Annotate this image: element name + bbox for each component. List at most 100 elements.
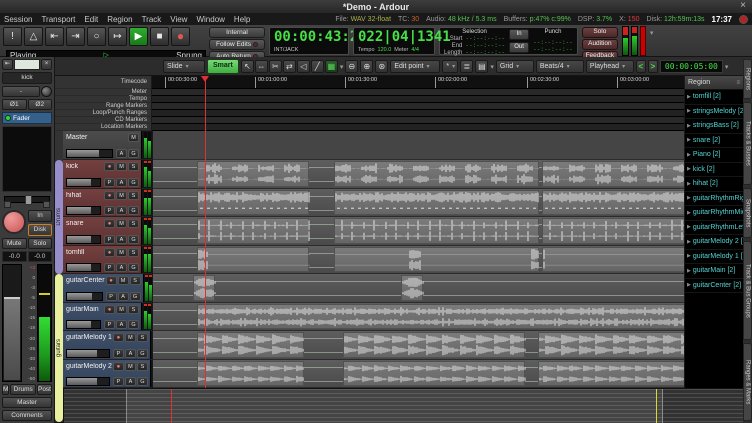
automation-button[interactable]: A [116, 149, 127, 158]
processor-fader-entry[interactable]: Fader [2, 112, 52, 124]
audio-region[interactable] [197, 332, 304, 358]
group-button[interactable]: G [128, 263, 139, 272]
internal-edit-tool[interactable]: ▦ [325, 60, 338, 73]
audio-region[interactable] [542, 247, 684, 273]
audio-region[interactable] [334, 218, 539, 244]
region-list-item[interactable]: ▶guitarMain [2] [685, 264, 743, 279]
record-button[interactable]: ● [171, 27, 190, 46]
track-canvas-snare[interactable] [153, 217, 684, 246]
menu-track[interactable]: Track [142, 15, 162, 24]
track-solo-button[interactable]: S [128, 219, 139, 228]
track-header-kick[interactable]: kick●MSPAG [63, 160, 141, 188]
automation-button[interactable]: A [116, 320, 127, 329]
processor-active-led[interactable] [5, 115, 11, 121]
processor-box[interactable] [2, 126, 52, 192]
output-m-button[interactable]: M [2, 384, 9, 395]
solo-button[interactable]: Solo [28, 238, 53, 249]
expand-icon[interactable]: ▶ [687, 239, 691, 245]
close-strip-icon[interactable]: × [41, 59, 52, 70]
group-strip-drums[interactable]: Drums [55, 160, 63, 274]
expand-icon[interactable]: ▶ [687, 224, 691, 230]
audio-region[interactable] [542, 161, 684, 187]
loop-button[interactable]: ○ [87, 27, 106, 46]
record-enable-button[interactable]: ● [104, 305, 115, 314]
close-icon[interactable]: × [740, 0, 746, 11]
track-canvas-guitarmelody-2[interactable] [153, 360, 684, 389]
output-master-button[interactable]: Master [2, 397, 52, 408]
expand-icon[interactable]: ▶ [687, 166, 691, 172]
input-button[interactable]: - [2, 86, 40, 97]
audio-region[interactable] [334, 247, 539, 273]
strip-name-entry[interactable] [14, 59, 40, 70]
audio-region[interactable] [197, 247, 309, 273]
track-header-snare[interactable]: snare●MSPAG [63, 217, 141, 245]
pin-mixer-icon[interactable]: ⇤ [2, 59, 13, 70]
region-list-item[interactable]: ▶guitarRhythmLeft [685, 221, 743, 236]
region-list-item[interactable]: ▶guitarRhythmRight [685, 192, 743, 207]
track-gain-fader[interactable] [66, 263, 101, 272]
record-enable-button[interactable]: ● [104, 162, 115, 171]
tab-regions[interactable]: Regions [743, 59, 752, 99]
goto-start-button[interactable]: ⇤ [45, 27, 64, 46]
expand-icon[interactable]: ▶ [687, 152, 691, 158]
audio-region[interactable] [542, 218, 684, 244]
automation-button[interactable]: A [116, 206, 127, 215]
audio-region[interactable] [334, 161, 539, 187]
zoom-focus-combo[interactable]: Edit point [390, 60, 440, 73]
audio-region[interactable] [343, 361, 525, 387]
automation-button[interactable]: A [125, 349, 136, 358]
expand-icon[interactable]: ▶ [687, 282, 691, 288]
track-gain-fader[interactable] [66, 206, 101, 215]
pan-control[interactable] [2, 194, 52, 208]
audio-region[interactable] [193, 275, 215, 301]
titlebar[interactable]: *Demo - Ardour × [0, 0, 752, 14]
snap-expand-icon[interactable]: ▾ [490, 63, 494, 71]
phase-button--2[interactable]: Ø2 [28, 99, 53, 110]
pan-handle[interactable] [25, 195, 32, 205]
menu-transport[interactable]: Transport [41, 15, 75, 24]
track-solo-button[interactable]: S [137, 333, 148, 342]
region-list-item[interactable]: ▶tomfill [2] [685, 90, 743, 105]
group-button[interactable]: G [137, 377, 148, 386]
tab-track-bus-groups[interactable]: Track & Bus Groups [743, 241, 752, 340]
audio-region[interactable] [334, 190, 539, 216]
record-indicator-icon[interactable] [739, 15, 748, 24]
peak-display[interactable]: -0.0 [28, 251, 53, 262]
nudge-clock[interactable]: 00:00:05:00 [660, 60, 723, 73]
menu-region[interactable]: Region [107, 15, 132, 24]
automation-button[interactable]: A [116, 235, 127, 244]
secondary-clock[interactable]: 022|04|1341 Tempo120.0 Meter4/4 [353, 27, 435, 55]
zoom-in-button[interactable]: ⊕ [360, 60, 373, 73]
expand-icon[interactable]: ▶ [687, 268, 691, 274]
audio-region[interactable] [197, 218, 309, 244]
comments-button[interactable]: Comments [2, 410, 52, 421]
menu-window[interactable]: Window [196, 15, 224, 24]
automation-button[interactable]: A [118, 292, 129, 301]
region-list-item[interactable]: ▶hihat [2] [685, 177, 743, 192]
track-header-guitarcenter[interactable]: guitarCenter●MSPAG [63, 274, 143, 302]
expand-icon[interactable]: ▶ [687, 181, 691, 187]
playlist-button[interactable]: P [106, 292, 117, 301]
track-mute-button[interactable]: M [116, 162, 127, 171]
fader-handle[interactable] [4, 297, 20, 380]
playhead-line[interactable] [205, 76, 206, 388]
track-canvas-guitarmain[interactable] [153, 303, 684, 332]
summary-strip[interactable] [64, 389, 743, 423]
track-gain-fader[interactable] [66, 178, 101, 187]
punch-out-button[interactable]: Out [509, 42, 529, 53]
play-button[interactable]: ▶ [129, 27, 148, 46]
track-mute-button[interactable]: M [116, 219, 127, 228]
playhead-marker-icon[interactable] [201, 76, 209, 82]
track-mute-button[interactable]: M [118, 276, 129, 285]
region-list-item[interactable]: ▶snare [2] [685, 134, 743, 149]
phase-button--1[interactable]: Ø1 [2, 99, 27, 110]
group-button[interactable]: G [128, 235, 139, 244]
track-header-hihat[interactable]: hihat●MSPAG [63, 189, 141, 217]
record-enable-button[interactable]: ● [113, 362, 124, 371]
audio-region[interactable] [538, 361, 684, 387]
output-post-button[interactable]: Post [37, 384, 52, 395]
automation-button[interactable]: A [116, 263, 127, 272]
track-mute-button[interactable]: M [125, 333, 136, 342]
group-button[interactable]: G [128, 178, 139, 187]
zoom-out-button[interactable]: ⊖ [345, 60, 358, 73]
